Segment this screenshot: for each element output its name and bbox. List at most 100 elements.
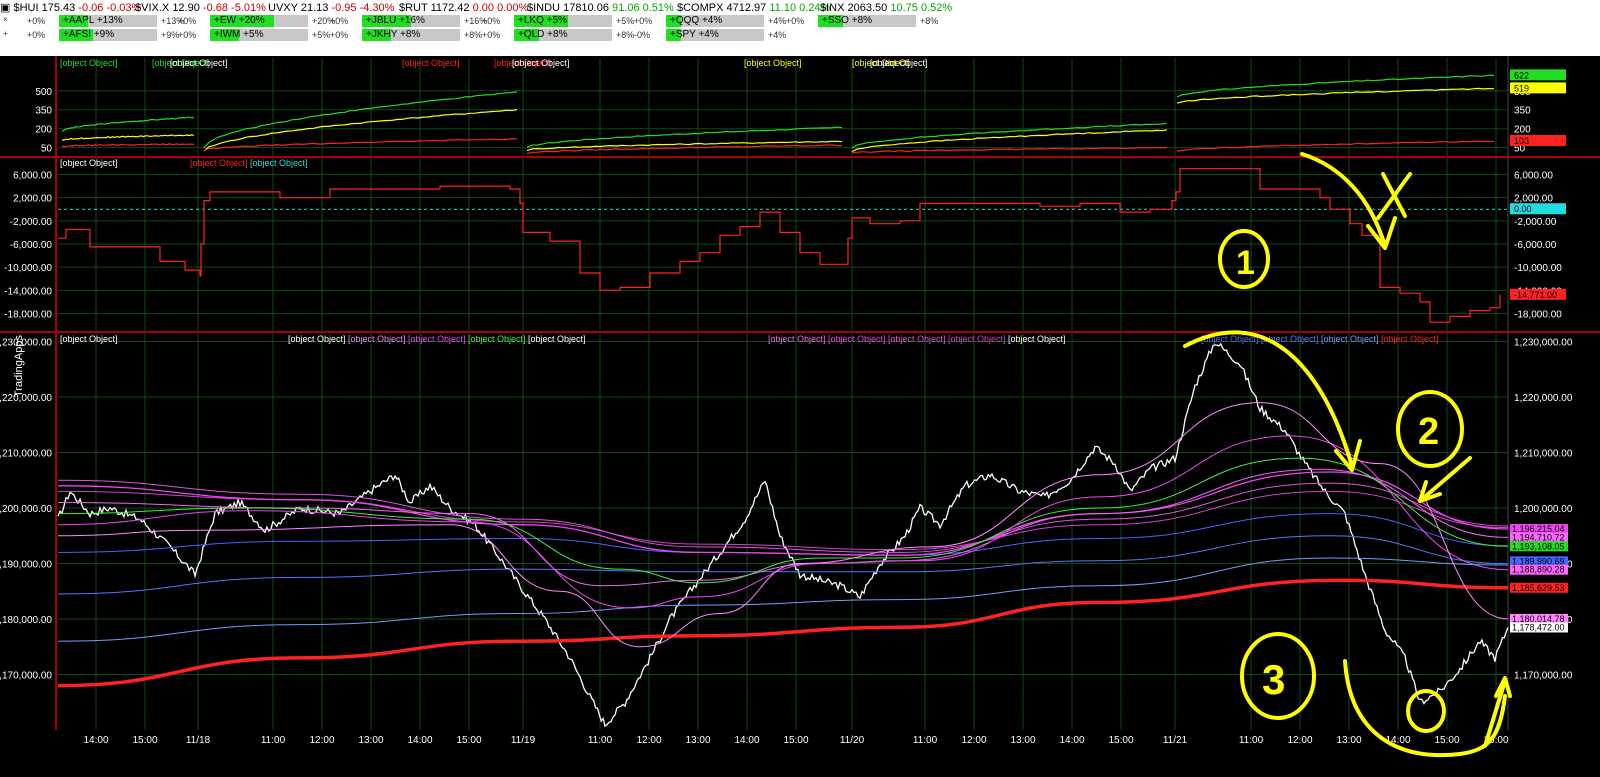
time-axis-label: 11/20 (840, 735, 865, 746)
time-axis-label: 11/18 (186, 735, 211, 746)
position-tile[interactable]: +0% +JBLU +16% +16% (330, 15, 500, 27)
tile-label: +LKQ +5% (518, 15, 567, 26)
position-tile[interactable]: +0% +LKQ +5% +5% (482, 15, 652, 27)
panel3-legend-item: [object Object] (468, 334, 526, 344)
ticker-5[interactable]: $COMPX 4712.97 11.10 0.24% (677, 2, 830, 15)
position-tile[interactable]: -0% +SPY +4% +4% (634, 29, 804, 41)
ticker-symbol: UVXY (268, 2, 298, 14)
tile-bar: +IWM +5% (210, 29, 308, 41)
panel3-legend-item: [object Object] (948, 334, 1006, 344)
ticker-1[interactable]: $VIX.X 12.90 -0.68 -5.01% (135, 2, 266, 15)
panel3-left-tick: 1,180,000.00 (0, 615, 52, 626)
ticker-last: 12.90 (172, 2, 200, 14)
panel3-left-tick: 1,220,000.00 (0, 393, 52, 404)
time-axis-label: 14:00 (83, 735, 108, 746)
time-axis-label: 13:00 (685, 735, 710, 746)
panel3-legend-item: [object Object] (348, 334, 406, 344)
ticker-percent: 0.00% (497, 2, 529, 14)
tile-left-pct: -0% (634, 30, 651, 40)
ticker-change: 91.06 (612, 2, 640, 14)
time-axis-label: 15:00 (132, 735, 157, 746)
tile-bar: +EW +20% (210, 15, 308, 27)
ticker-last: 1172.42 (430, 2, 470, 14)
position-tile[interactable]: +0% +QLD +8% +8% (482, 29, 652, 41)
row-expand-icon[interactable]: × (3, 15, 12, 24)
panel2-left-tick: -18,000.00 (4, 310, 52, 321)
tile-right-pct: +4% (768, 30, 787, 40)
tile-bar: +AFSI +9% (59, 29, 157, 41)
ticker-symbol: $HUI (13, 2, 39, 14)
panel1-value-badge-text: 519 (1514, 83, 1529, 93)
zero-badge-text: 0.00 (1514, 204, 1532, 214)
ticker-symbol: $VIX.X (135, 2, 170, 14)
panel3-legend-item: [object Object] (1381, 334, 1439, 344)
time-axis-label: 15:00 (1108, 735, 1133, 746)
panel1-left-tick: 350 (35, 106, 52, 117)
panel3-value-badge-text: 1,178,472.00 (1512, 622, 1565, 632)
panel2-right-tick: -6,000.00 (1514, 240, 1557, 251)
panel2-left-tick: -2,000.00 (10, 217, 53, 228)
ticker-2[interactable]: UVXY 21.13 -0.95 -4.30% (268, 2, 394, 15)
circle-1-label: 1 (1236, 244, 1255, 282)
panel3-legend-item: [object Object] (528, 334, 586, 344)
ticker-last: 21.13 (300, 2, 329, 14)
panel2-left-tick: -14,000.00 (4, 286, 52, 297)
panel3-value-badge-text: 1,193,108.05 (1512, 541, 1565, 551)
panel3-left-tick: 1,230,000.00 (0, 338, 52, 349)
tile-label: +IWM +5% (214, 29, 264, 40)
time-axis-label: 12:00 (1287, 735, 1312, 746)
tile-left-pct: +0% (634, 16, 653, 26)
position-tile[interactable]: +0% +JKHY +8% +8% (330, 29, 500, 41)
chart-area[interactable]: 5005003503502002005050[object Object][ob… (0, 56, 1600, 777)
ticker-3[interactable]: $RUT 1172.42 0.00 0.00% (399, 2, 528, 15)
panel3-left-tick: 1,190,000.00 (0, 560, 52, 571)
tile-bar: +SPY +4% (666, 29, 764, 41)
panel2-left-tick: 6,000.00 (13, 170, 52, 181)
ticker-last: 175.43 (41, 2, 76, 14)
quote-toolbar: ▣ $HUI 175.43 -0.06 -0.03% $VIX.X 12.90 -… (0, 0, 1600, 57)
panel2-right-tick: -10,000.00 (1514, 263, 1562, 274)
ticker-last: 4712.97 (726, 2, 767, 14)
panel3-left-tick: 1,200,000.00 (0, 504, 52, 515)
ticker-6[interactable]: $INX 2063.50 10.75 0.52% (820, 2, 952, 15)
time-axis-label: 11/19 (511, 735, 536, 746)
ticker-4[interactable]: $INDU 17810.06 91.06 0.51% (527, 2, 674, 15)
panel1-left-tick: 500 (35, 87, 52, 98)
panel3-legend-item: [object Object] (828, 334, 886, 344)
panel2-left-tick: -6,000.00 (10, 240, 53, 251)
panel1-legend-item: [object Object] (170, 58, 228, 68)
position-tile[interactable]: +0% +AFSI +9% +9% (27, 29, 197, 41)
tile-left-pct: +0% (330, 30, 349, 40)
time-axis-label: 13:00 (1336, 735, 1361, 746)
tile-label: +QLD +8% (518, 29, 568, 40)
time-axis-label: 11:00 (1239, 735, 1264, 746)
panel3-legend-item: [object Object] (1008, 334, 1066, 344)
panel1-value-badge-text: 103 (1514, 136, 1529, 146)
panel3-left-tick: 1,170,000.00 (0, 671, 52, 682)
ticker-symbol: $COMPX (677, 2, 724, 14)
position-tile[interactable]: +0% +EW +20% +20% (178, 15, 348, 27)
tile-label: +SPY +4% (670, 29, 719, 40)
ticker-0[interactable]: ▣ $HUI 175.43 -0.06 -0.03% (0, 2, 141, 15)
panel3-right-tick: 1,230,000.00 (1514, 338, 1573, 349)
panel2-legend-item: [object Object] (250, 158, 308, 168)
tile-label: +SSO +8% (822, 15, 873, 26)
position-tile[interactable]: +0% +SSO +8% +8% (786, 15, 956, 27)
tile-label: +AAPL +13% (63, 15, 123, 26)
panel3-left-tick: 1,210,000.00 (0, 449, 52, 460)
panel3-right-tick: 1,170,000.00 (1514, 671, 1573, 682)
panel2-legend-item: [object Object] (190, 158, 248, 168)
panel2-left-tick: -10,000.00 (4, 263, 52, 274)
tile-label: +EW +20% (214, 15, 265, 26)
position-tile[interactable]: +0% +QQQ +4% +4% (634, 15, 804, 27)
time-axis-label: 15:00 (456, 735, 481, 746)
position-tile[interactable]: +0% +AAPL +13% +13% (27, 15, 197, 27)
tile-left-pct: +0% (178, 16, 197, 26)
ticker-change: 11.10 (769, 2, 797, 14)
position-tile[interactable]: +0% +IWM +5% +5% (178, 29, 348, 41)
panel3-right-tick: 1,210,000.00 (1514, 449, 1573, 460)
panel2-right-tick: -18,000.00 (1514, 310, 1562, 321)
row-expand-icon[interactable]: + (3, 29, 12, 38)
ticker-symbol: $RUT (399, 2, 428, 14)
time-axis-label: 12:00 (309, 735, 334, 746)
